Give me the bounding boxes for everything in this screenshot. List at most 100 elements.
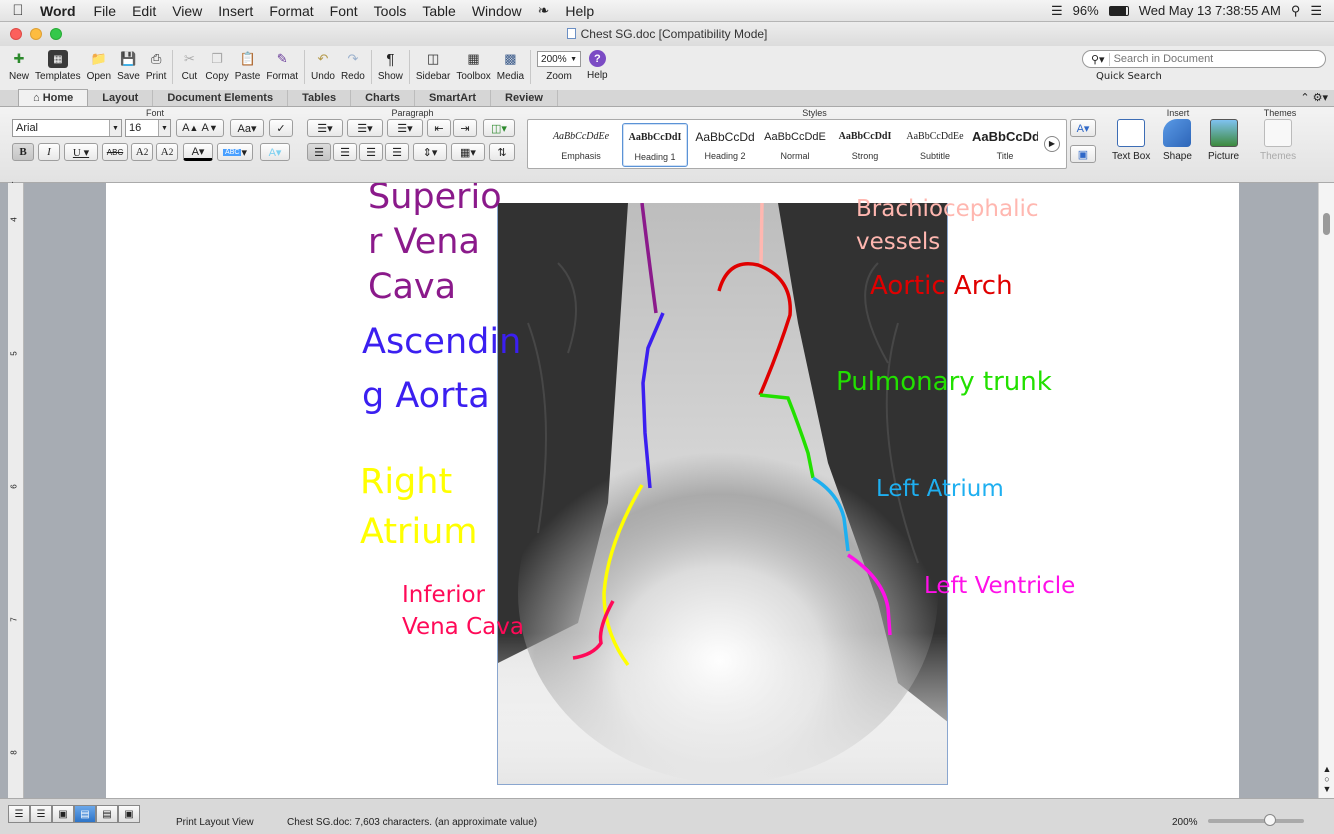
copy-button[interactable]: ❐ Copy (202, 46, 231, 82)
tab-home[interactable]: ⌂ Home (18, 89, 89, 106)
open-button[interactable]: 📁 Open (84, 46, 114, 82)
search-input[interactable] (1109, 53, 1290, 65)
sort-button[interactable]: ⇅ (489, 143, 515, 161)
vertical-scrollbar[interactable]: ▲ ○ ▼ (1318, 183, 1334, 798)
manage-styles-icon[interactable]: A▾ (1070, 119, 1096, 137)
app-menu[interactable]: Word (36, 3, 86, 19)
numbering-button[interactable]: ☰▾ (347, 119, 383, 137)
bullets-button[interactable]: ☰▾ (307, 119, 343, 137)
align-right-button[interactable]: ☰ (359, 143, 383, 161)
cut-button[interactable]: ✂ Cut (176, 46, 202, 82)
page-up-icon[interactable]: ▲ (1323, 764, 1332, 774)
tab-layout[interactable]: Layout (88, 90, 154, 106)
outline-view-button[interactable]: ☰ (30, 805, 52, 823)
minimize-window-button[interactable] (30, 28, 42, 40)
notebook-layout-button[interactable]: ▤ (96, 805, 118, 823)
tab-document-elements[interactable]: Document Elements (153, 90, 289, 106)
templates-button[interactable]: ▦ Templates (32, 46, 84, 82)
increase-indent-button[interactable]: ⇥ (453, 119, 477, 137)
search-icon[interactable]: ⚲▾ (1087, 52, 1110, 66)
style-strong[interactable]: AaBbCcDdI Strong (832, 123, 898, 167)
styles-pane-icon[interactable]: ▣ (1070, 145, 1096, 163)
print-button[interactable]: ⎙ Print (143, 46, 170, 82)
subscript-button[interactable]: A2 (156, 143, 178, 161)
collapse-ribbon-icon[interactable]: ⌃ (1300, 92, 1309, 104)
tab-smartart[interactable]: SmartArt (415, 90, 492, 106)
style-heading-1[interactable]: AaBbCcDdI Heading 1 (622, 123, 688, 167)
menu-help[interactable]: Help (557, 3, 602, 19)
ribbon-settings-icon[interactable]: ⚙▾ (1313, 92, 1328, 104)
scroll-arrows[interactable]: ▲ ○ ▼ (1321, 764, 1333, 794)
print-layout-button[interactable]: ▤ (74, 805, 96, 823)
strikethrough-button[interactable]: ABC (102, 143, 128, 161)
zoom-slider[interactable] (1208, 814, 1304, 826)
notification-center-icon[interactable]: ☰ (1310, 3, 1322, 19)
page-down-icon[interactable]: ▼ (1323, 784, 1332, 794)
style-emphasis[interactable]: AaBbCcDdEe Emphasis (548, 123, 614, 167)
menu-tools[interactable]: Tools (366, 3, 415, 19)
toolbox-button[interactable]: ▦ Toolbox (453, 46, 493, 82)
format-painter-button[interactable]: ✎ Format (263, 46, 301, 82)
vertical-ruler[interactable]: 4 5 6 7 8 (8, 183, 24, 798)
battery-icon[interactable] (1108, 5, 1129, 16)
menu-font[interactable]: Font (322, 3, 366, 19)
highlight-button[interactable]: ABC ▾ (217, 143, 253, 161)
draft-view-button[interactable]: ☰ (8, 805, 30, 823)
zoom-select[interactable]: 200% ▼ (537, 51, 582, 67)
clock[interactable]: Wed May 13 7:38:55 AM (1139, 3, 1281, 18)
font-color-button[interactable]: A▾ (183, 143, 213, 161)
underline-button[interactable]: U ▾ (64, 143, 98, 161)
publishing-layout-button[interactable]: ▣ (52, 805, 74, 823)
columns-button[interactable]: ◫▾ (483, 119, 515, 137)
help-button[interactable]: ? Help (584, 46, 611, 81)
show-button[interactable]: ¶ Show (375, 46, 406, 83)
italic-button[interactable]: I (38, 143, 60, 161)
themes-button[interactable]: Themes (1260, 119, 1296, 162)
font-name-select[interactable]: Arial ▼ (12, 119, 122, 137)
zoom-slider-knob[interactable] (1264, 814, 1276, 826)
close-window-button[interactable] (10, 28, 22, 40)
media-button[interactable]: ▩ Media (494, 46, 527, 82)
save-button[interactable]: 💾 Save (114, 46, 143, 82)
picture-button[interactable]: Picture (1208, 119, 1239, 162)
multilevel-list-button[interactable]: ☰▾ (387, 119, 423, 137)
superscript-button[interactable]: A2 (131, 143, 153, 161)
tab-review[interactable]: Review (491, 90, 558, 106)
paste-button[interactable]: 📋 Paste (232, 46, 264, 82)
sidebar-button[interactable]: ◫ Sidebar (413, 46, 453, 82)
document-page[interactable]: Superio r Vena Cava Ascendin g Aorta Rig… (106, 183, 1239, 798)
focus-view-button[interactable]: ▣ (118, 805, 140, 823)
undo-button[interactable]: ↶ Undo (308, 46, 338, 82)
style-title[interactable]: AaBbCcDd Title (972, 123, 1038, 167)
menu-format[interactable]: Format (261, 3, 321, 19)
text-box-button[interactable]: Text Box (1112, 119, 1150, 162)
change-case-button[interactable]: Aa▾ (230, 119, 264, 137)
align-center-button[interactable]: ☰ (333, 143, 357, 161)
line-spacing-button[interactable]: ⇕▾ (413, 143, 447, 161)
menu-file[interactable]: File (86, 3, 125, 19)
wifi-icon[interactable]: ☰ (1051, 3, 1063, 19)
menu-edit[interactable]: Edit (124, 3, 164, 19)
tab-tables[interactable]: Tables (288, 90, 352, 106)
new-button[interactable]: ✚ New (6, 46, 32, 82)
menu-window[interactable]: Window (464, 3, 530, 19)
borders-button[interactable]: ▦▾ (451, 143, 485, 161)
zoom-window-button[interactable] (50, 28, 62, 40)
spotlight-icon[interactable]: ⚲ (1291, 3, 1301, 19)
bold-button[interactable]: B (12, 143, 34, 161)
shape-button[interactable]: Shape (1163, 119, 1192, 162)
menu-table[interactable]: Table (414, 3, 463, 19)
grow-shrink-font-buttons[interactable]: A ▲ A ▼ (176, 119, 224, 137)
styles-next-arrow-icon[interactable]: ▶ (1044, 136, 1060, 152)
justify-button[interactable]: ☰ (385, 143, 409, 161)
menu-view[interactable]: View (164, 3, 210, 19)
redo-button[interactable]: ↷ Redo (338, 46, 368, 82)
clear-formatting-icon[interactable]: ✓ (269, 119, 293, 137)
text-effects-button[interactable]: A▾ (260, 143, 290, 161)
script-menu-icon[interactable]: ❧ (530, 2, 558, 19)
style-subtitle[interactable]: AaBbCcDdEe Subtitle (902, 123, 968, 167)
select-browse-object-icon[interactable]: ○ (1324, 774, 1329, 784)
font-size-select[interactable]: 16 ▼ (125, 119, 171, 137)
style-normal[interactable]: AaBbCcDdE Normal (762, 123, 828, 167)
apple-icon[interactable]:  (0, 2, 36, 19)
